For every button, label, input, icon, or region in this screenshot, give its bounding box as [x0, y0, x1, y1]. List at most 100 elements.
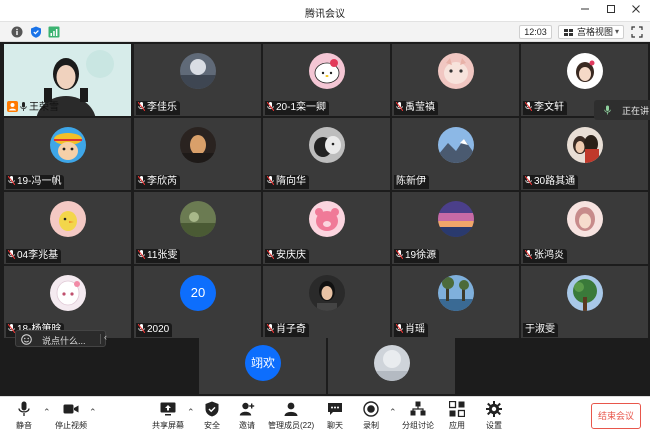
meeting-window: 腾讯会议 12:03 宫格视图 ▾ 王荣雪 李佳乐 20-1栾一卿 禹莹禛 李文… [0, 0, 650, 436]
share-screen-button[interactable]: 共享屏幕 [152, 401, 184, 435]
participant-avatar: 20 [180, 275, 216, 311]
participant-tile[interactable]: 11张雯 [134, 192, 261, 264]
minimize-button[interactable] [576, 2, 594, 20]
speaking-indicator[interactable]: 正在讲 [594, 100, 650, 120]
chevron-left-icon[interactable]: ‹ [104, 332, 107, 342]
microphone-muted-icon [267, 102, 274, 111]
settings-button[interactable]: 设置 [483, 401, 505, 435]
participant-avatar [309, 53, 345, 89]
breakout-rooms-button[interactable]: 分组讨论 [402, 401, 434, 435]
microphone-muted-icon [525, 250, 532, 259]
participant-name: 04李兆基 [17, 250, 59, 261]
microphone-muted-icon [396, 102, 403, 111]
microphone-muted-icon [267, 176, 274, 185]
participant-tile[interactable]: 李欣芮 [134, 118, 261, 190]
participant-tile[interactable]: 18-杨箫晗 [4, 266, 131, 338]
chevron-up-icon[interactable]: ⌃ [43, 407, 51, 418]
video-camera-icon [63, 404, 79, 414]
chevron-up-icon[interactable]: ⌃ [389, 407, 397, 418]
end-meeting-button[interactable]: 结束会议 [591, 403, 641, 429]
window-title: 腾讯会议 [305, 9, 345, 20]
participant-tile[interactable]: 19徐源 [392, 192, 519, 264]
participant-label: 04李兆基 [6, 249, 62, 263]
participant-label: 张鸿炎 [523, 249, 567, 263]
fullscreen-icon[interactable] [631, 26, 643, 38]
close-icon [632, 5, 640, 13]
shield-icon [205, 401, 219, 417]
participant-tile[interactable] [328, 337, 455, 394]
participant-tile[interactable]: 隋向华 [263, 118, 390, 190]
chat-icon [328, 403, 342, 415]
meeting-time: 12:03 [519, 25, 552, 39]
maximize-button[interactable] [602, 2, 620, 20]
participant-avatar [309, 275, 345, 311]
participant-avatar [309, 201, 345, 237]
participant-name: 19-冯一帆 [17, 176, 62, 187]
mute-button[interactable]: 静音 [12, 401, 36, 435]
participant-name: 陈新伊 [396, 176, 426, 187]
participant-tile[interactable]: 李佳乐 [134, 44, 261, 116]
invite-button[interactable]: 邀请 [236, 401, 258, 435]
microphone-muted-icon [138, 102, 145, 111]
participant-avatar [180, 201, 216, 237]
info-icon[interactable] [11, 26, 23, 38]
participant-avatar [567, 53, 603, 89]
participant-avatar [50, 275, 86, 311]
participant-avatar [180, 53, 216, 89]
microphone-muted-icon [138, 176, 145, 185]
microphone-muted-icon [525, 102, 532, 111]
microphone-icon [604, 105, 611, 115]
add-user-icon [239, 402, 255, 416]
apps-button[interactable]: 应用 [446, 401, 468, 435]
participant-tile[interactable]: 04李兆基 [4, 192, 131, 264]
security-button[interactable]: 安全 [201, 401, 223, 435]
title-bar: 腾讯会议 [0, 0, 650, 22]
participant-avatar [50, 127, 86, 163]
participant-avatar [438, 201, 474, 237]
participant-avatar [374, 345, 410, 381]
manage-members-button[interactable]: 管理成员(22) [268, 401, 314, 435]
participant-tile[interactable]: 于淑雯 [521, 266, 648, 338]
participant-name: 30路其通 [534, 176, 576, 187]
participant-avatar: 翊欢 [245, 345, 281, 381]
participant-tile[interactable]: 20-1栾一卿 [263, 44, 390, 116]
participant-avatar [309, 127, 345, 163]
chat-input[interactable]: 说点什么... ‹ [15, 330, 107, 347]
participant-tile[interactable]: 翊欢 [199, 337, 326, 394]
participant-name: 禹莹禛 [405, 102, 435, 113]
participant-avatar [567, 201, 603, 237]
participant-tile[interactable]: 陈新伊 [392, 118, 519, 190]
participant-tile[interactable]: 张鸿炎 [521, 192, 648, 264]
participant-tile[interactable]: 肖子奇 [263, 266, 390, 338]
participant-tile[interactable]: 禹莹禛 [392, 44, 519, 116]
participant-tile[interactable]: 20 2020 [134, 266, 261, 338]
participant-tile[interactable]: 安庆庆 [263, 192, 390, 264]
apps-label: 应用 [449, 421, 465, 430]
mute-label: 静音 [16, 421, 32, 430]
participant-avatar [438, 275, 474, 311]
participant-avatar [50, 201, 86, 237]
participant-name: 李佳乐 [147, 102, 177, 113]
shield-icon[interactable] [30, 26, 42, 38]
participant-name: 20-1栾一卿 [276, 102, 327, 113]
close-button[interactable] [627, 2, 645, 20]
stop-video-button[interactable]: 停止视频 [55, 401, 87, 435]
participant-tile[interactable]: 19-冯一帆 [4, 118, 131, 190]
participant-label: 李佳乐 [136, 101, 180, 115]
chat-button[interactable]: 聊天 [324, 401, 346, 435]
participant-tile[interactable]: 肖瑶 [392, 266, 519, 338]
microphone-muted-icon [396, 324, 403, 333]
participant-name: 李欣芮 [147, 176, 177, 187]
emoji-icon[interactable] [21, 334, 32, 345]
participant-tile[interactable]: 30路其通 [521, 118, 648, 190]
participant-name: 2020 [147, 324, 170, 335]
participant-avatar [567, 127, 603, 163]
participant-name: 张鸿炎 [534, 250, 564, 261]
record-button[interactable]: 录制 [360, 401, 382, 435]
view-mode-button[interactable]: 宫格视图 ▾ [558, 25, 624, 39]
participant-tile[interactable]: 王荣雪 [4, 44, 131, 116]
chevron-up-icon[interactable]: ⌃ [187, 407, 195, 418]
signal-icon[interactable] [48, 26, 60, 38]
microphone-muted-icon [396, 250, 403, 259]
chevron-up-icon[interactable]: ⌃ [89, 407, 97, 418]
